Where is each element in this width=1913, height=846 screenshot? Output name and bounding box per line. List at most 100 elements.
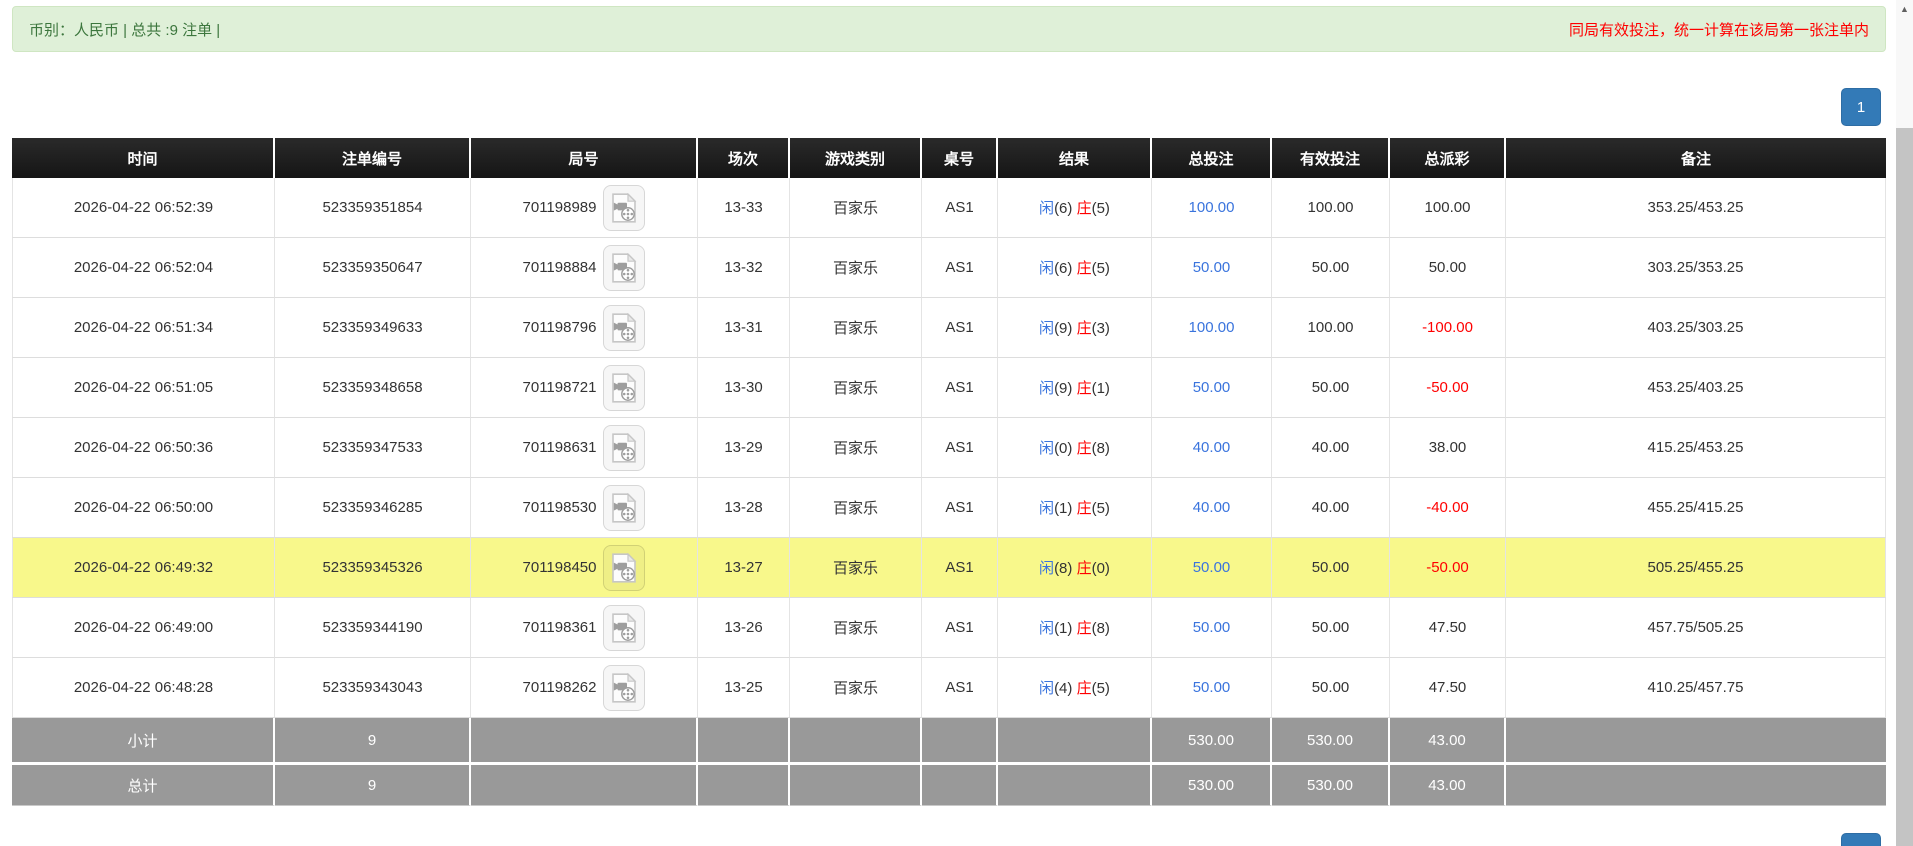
scrollbar-thumb[interactable]: [1896, 128, 1913, 846]
video-file-icon: [611, 493, 637, 523]
video-replay-button[interactable]: [603, 184, 646, 231]
result-player-score: (0): [1054, 440, 1073, 457]
result-player-label: 闲: [1039, 320, 1055, 337]
vertical-scrollbar[interactable]: ▲: [1896, 0, 1913, 846]
total-empty-result: [998, 762, 1152, 806]
cell-payout: -100.00: [1390, 298, 1506, 358]
table-header: 时间 注单编号 局号 场次 游戏类别 桌号 结果 总投注 有效投注 总派彩 备注: [12, 138, 1886, 178]
cell-total-bet-link[interactable]: 50.00: [1152, 358, 1272, 418]
result-banker-score: (5): [1091, 680, 1110, 697]
subtotal-empty-result: [998, 718, 1152, 762]
result-player-label: 闲: [1039, 560, 1055, 577]
table-footer: 小计 9 530.00 530.00 43.00 总计 9 530.00 530…: [12, 718, 1886, 806]
subtotal-label: 小计: [12, 718, 275, 762]
header-row: 时间 注单编号 局号 场次 游戏类别 桌号 结果 总投注 有效投注 总派彩 备注: [12, 138, 1886, 178]
table-row: 2026-04-22 06:52:04 523359350647 7011988…: [12, 238, 1886, 298]
cell-session: 13-25: [698, 658, 790, 718]
cell-round-id: 701198884: [471, 238, 698, 298]
video-replay-button[interactable]: [603, 244, 646, 291]
video-file-icon: [611, 673, 637, 703]
pagination-page-1-bottom[interactable]: 1: [1841, 833, 1881, 846]
cell-time: 2026-04-22 06:51:05: [12, 358, 275, 418]
cell-time: 2026-04-22 06:52:04: [12, 238, 275, 298]
result-player-label: 闲: [1039, 680, 1055, 697]
cell-time: 2026-04-22 06:50:36: [12, 418, 275, 478]
cell-remark: 505.25/455.25: [1506, 538, 1886, 598]
cell-payout: 38.00: [1390, 418, 1506, 478]
cell-valid-bet: 40.00: [1272, 418, 1390, 478]
total-count: 9: [275, 762, 471, 806]
cell-remark: 303.25/353.25: [1506, 238, 1886, 298]
video-replay-button[interactable]: [603, 304, 646, 351]
result-banker-label: 庄: [1076, 440, 1092, 457]
cell-table-no: AS1: [922, 178, 998, 238]
cell-total-bet-link[interactable]: 100.00: [1152, 298, 1272, 358]
cell-result: 闲(9) 庄(1): [998, 358, 1152, 418]
cell-session: 13-30: [698, 358, 790, 418]
video-replay-button[interactable]: [603, 424, 646, 471]
result-player-score: (8): [1054, 560, 1073, 577]
result-player-label: 闲: [1039, 260, 1055, 277]
cell-bet-id: 523359348658: [275, 358, 471, 418]
table-row: 2026-04-22 06:52:39 523359351854 7011989…: [12, 178, 1886, 238]
cell-game-type: 百家乐: [790, 298, 922, 358]
cell-table-no: AS1: [922, 238, 998, 298]
result-banker-label: 庄: [1076, 200, 1092, 217]
cell-total-bet-link[interactable]: 50.00: [1152, 598, 1272, 658]
subtotal-count: 9: [275, 718, 471, 762]
table-row: 2026-04-22 06:49:32 523359345326 7011984…: [12, 538, 1886, 598]
cell-result: 闲(1) 庄(5): [998, 478, 1152, 538]
result-player-label: 闲: [1039, 200, 1055, 217]
cell-round-id: 701198721: [471, 358, 698, 418]
cell-payout: 47.50: [1390, 658, 1506, 718]
cell-bet-id: 523359349633: [275, 298, 471, 358]
result-banker-label: 庄: [1076, 320, 1092, 337]
video-replay-button[interactable]: [603, 484, 646, 531]
subtotal-row: 小计 9 530.00 530.00 43.00: [12, 718, 1886, 762]
result-player-score: (1): [1054, 500, 1073, 517]
cell-table-no: AS1: [922, 658, 998, 718]
cell-result: 闲(1) 庄(8): [998, 598, 1152, 658]
total-total-bet: 530.00: [1152, 762, 1272, 806]
cell-time: 2026-04-22 06:51:34: [12, 298, 275, 358]
cell-valid-bet: 40.00: [1272, 478, 1390, 538]
cell-bet-id: 523359351854: [275, 178, 471, 238]
video-replay-button[interactable]: [603, 604, 646, 651]
subtotal-empty-game: [790, 718, 922, 762]
col-header-result: 结果: [998, 138, 1152, 178]
cell-game-type: 百家乐: [790, 418, 922, 478]
round-id-text: 701198631: [522, 439, 597, 456]
col-header-payout: 总派彩: [1390, 138, 1506, 178]
cell-remark: 403.25/303.25: [1506, 298, 1886, 358]
video-file-icon: [611, 193, 637, 223]
result-player-score: (9): [1054, 380, 1073, 397]
cell-time: 2026-04-22 06:52:39: [12, 178, 275, 238]
video-replay-button[interactable]: [603, 664, 646, 711]
cell-table-no: AS1: [922, 538, 998, 598]
video-replay-button[interactable]: [603, 544, 646, 591]
cell-total-bet-link[interactable]: 50.00: [1152, 658, 1272, 718]
result-banker-score: (5): [1091, 260, 1110, 277]
cell-total-bet-link[interactable]: 50.00: [1152, 538, 1272, 598]
result-player-label: 闲: [1039, 440, 1055, 457]
result-banker-score: (1): [1091, 380, 1110, 397]
cell-game-type: 百家乐: [790, 658, 922, 718]
round-id-text: 701198262: [522, 679, 597, 696]
pagination-page-1-top[interactable]: 1: [1841, 88, 1881, 126]
col-header-valid-bet: 有效投注: [1272, 138, 1390, 178]
subtotal-valid-bet: 530.00: [1272, 718, 1390, 762]
cell-table-no: AS1: [922, 298, 998, 358]
cell-total-bet-link[interactable]: 40.00: [1152, 418, 1272, 478]
cell-total-bet-link[interactable]: 50.00: [1152, 238, 1272, 298]
cell-session: 13-29: [698, 418, 790, 478]
bet-records-table: 时间 注单编号 局号 场次 游戏类别 桌号 结果 总投注 有效投注 总派彩 备注…: [12, 138, 1886, 806]
total-valid-bet: 530.00: [1272, 762, 1390, 806]
video-replay-button[interactable]: [603, 364, 646, 411]
cell-total-bet-link[interactable]: 100.00: [1152, 178, 1272, 238]
cell-round-id: 701198262: [471, 658, 698, 718]
round-id-text: 701198450: [522, 559, 597, 576]
scroll-up-arrow-icon[interactable]: ▲: [1896, 0, 1913, 18]
cell-game-type: 百家乐: [790, 178, 922, 238]
cell-result: 闲(9) 庄(3): [998, 298, 1152, 358]
cell-total-bet-link[interactable]: 40.00: [1152, 478, 1272, 538]
